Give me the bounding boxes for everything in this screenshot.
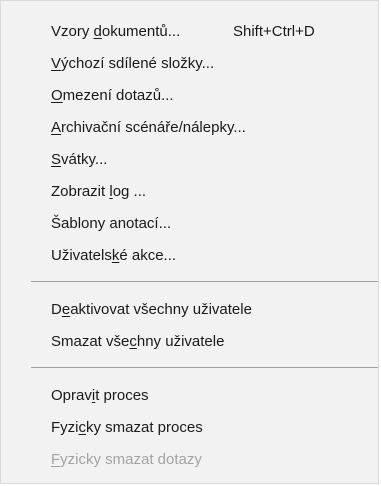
menu-item-label: Vzory dokumentů... [51,23,181,40]
menu-item-query-limits[interactable]: Omezení dotazů... [1,80,378,112]
menu-separator [31,367,378,368]
menu-item-label: Opravit proces [51,387,149,404]
menu-item-label: Šablony anotací... [51,215,172,232]
mnemonic-letter: l [109,183,113,200]
mnemonic-letter: d [93,23,102,40]
mnemonic-letter: A [51,119,62,136]
menu-item-label: Deaktivovat všechny uživatele [51,301,252,318]
mnemonic-letter: c [129,333,137,350]
menu-item-default-shared-folders[interactable]: Výchozí sdílené složky... [1,48,378,80]
menu-item-show-log[interactable]: Zobrazit log ... [1,176,378,208]
menu-item-label: Omezení dotazů... [51,87,174,104]
menu-item-annotation-templates[interactable]: Šablony anotací... [1,208,378,240]
mnemonic-letter: i [91,387,96,404]
menu-separator [31,281,378,282]
context-menu: Vzory dokumentů... Shift+Ctrl+D Výchozí … [0,0,379,484]
mnemonic-letter: k [111,247,120,264]
menu-item-user-actions[interactable]: Uživatelské akce... [1,240,378,272]
menu-item-label: Archivační scénáře/nálepky... [51,119,246,136]
mnemonic-letter: V [51,55,62,72]
menu-item-repair-process[interactable]: Opravit proces [1,380,378,412]
menu-item-physically-delete-process[interactable]: Fyzicky smazat proces [1,412,378,444]
mnemonic-letter: c [78,419,87,436]
menu-item-delete-all-users[interactable]: Smazat všechny uživatele [1,326,378,358]
menu-item-physically-delete-queries: Fyzicky smazat dotazy [1,444,378,476]
mnemonic-letter: S [51,151,62,168]
menu-item-label: Fyzicky smazat dotazy [51,451,202,468]
menu-item-label: Fyzicky smazat proces [51,419,203,436]
menu-item-shortcut: Shift+Ctrl+D [233,23,315,40]
menu-item-label: Smazat všechny uživatele [51,333,225,350]
menu-item-holidays[interactable]: Svátky... [1,144,378,176]
menu-item-document-templates[interactable]: Vzory dokumentů... Shift+Ctrl+D [1,16,378,48]
menu-item-label: Zobrazit log ... [51,183,147,200]
menu-item-deactivate-all-users[interactable]: Deaktivovat všechny uživatele [1,294,378,326]
mnemonic-letter: O [51,87,63,104]
menu-item-label: Svátky... [51,151,108,168]
menu-item-label: Výchozí sdílené složky... [51,55,215,72]
menu-item-label: Uživatelské akce... [51,247,177,264]
menu-item-archive-scenarios[interactable]: Archivační scénáře/nálepky... [1,112,378,144]
mnemonic-letter: F [51,451,61,468]
mnemonic-letter: e [61,301,71,318]
